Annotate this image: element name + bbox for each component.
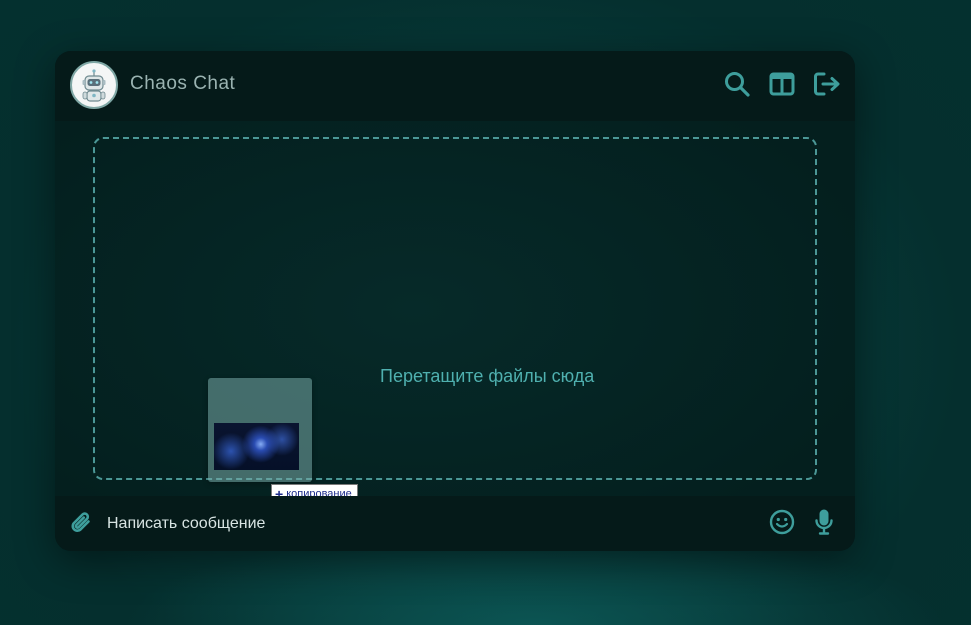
message-area: Перетащите файлы сюда + копирование: [55, 121, 855, 504]
dropzone-label: Перетащите файлы сюда: [380, 366, 595, 386]
logout-button[interactable]: [812, 71, 842, 101]
message-input[interactable]: [105, 509, 709, 539]
emoji-button[interactable]: [767, 509, 797, 539]
attach-button[interactable]: [69, 511, 95, 537]
app-title: Chaos Chat: [130, 73, 236, 94]
dragged-image-thumbnail: [214, 423, 299, 470]
voice-message-button[interactable]: [811, 509, 837, 539]
file-dropzone[interactable]: Перетащите файлы сюда: [93, 137, 817, 480]
logout-icon: [813, 71, 841, 102]
chat-header: Chaos Chat: [55, 51, 855, 121]
search-button[interactable]: [722, 71, 752, 101]
microphone-icon: [814, 508, 834, 541]
layout-toggle-button[interactable]: [767, 71, 797, 101]
search-icon: [724, 71, 750, 102]
paperclip-icon: [70, 509, 94, 540]
chat-window: Chaos Chat Перетащите файлы сюда + копир…: [55, 51, 855, 551]
message-composer: [55, 496, 855, 551]
layout-panel-icon: [769, 72, 795, 101]
dragged-file-preview: [208, 378, 312, 482]
smiley-icon: [769, 509, 795, 540]
robot-avatar-icon[interactable]: [70, 61, 118, 109]
